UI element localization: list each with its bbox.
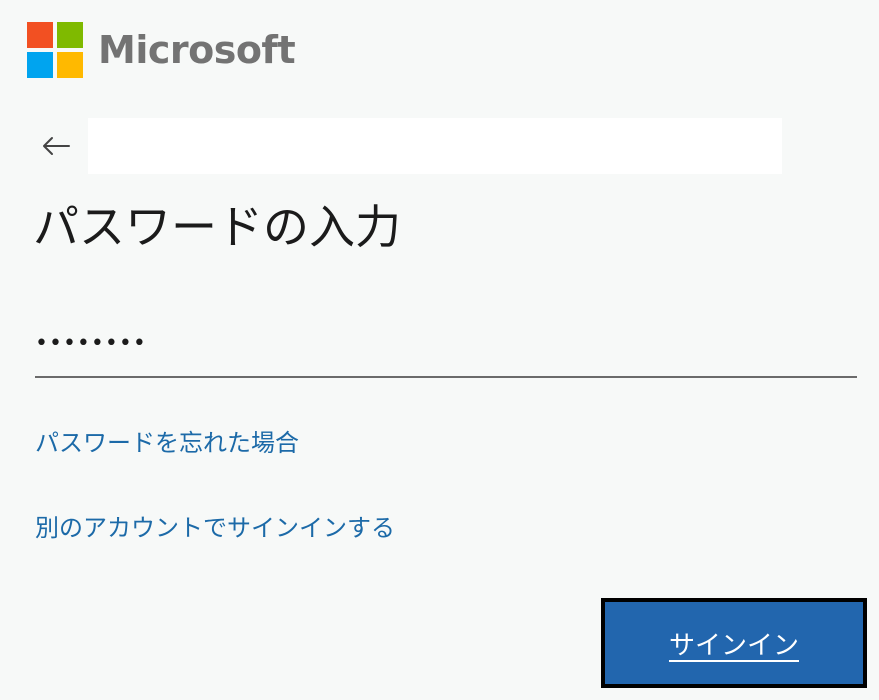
account-identity xyxy=(88,118,782,174)
microsoft-logo-squares xyxy=(27,22,83,78)
forgot-password-link[interactable]: パスワードを忘れた場合 xyxy=(35,423,299,458)
logo-square-green xyxy=(57,22,83,48)
back-button[interactable] xyxy=(36,126,76,166)
arrow-left-icon xyxy=(43,137,70,155)
logo-square-yellow xyxy=(57,52,83,78)
microsoft-logo-text: Microsoft xyxy=(98,28,296,72)
identity-row xyxy=(36,118,782,174)
sign-in-button[interactable]: サインイン xyxy=(601,598,867,688)
logo-square-red xyxy=(27,22,53,48)
password-field[interactable] xyxy=(35,310,857,376)
password-field-container xyxy=(35,310,857,378)
page-title: パスワードの入力 xyxy=(33,200,401,254)
other-account-link[interactable]: 別のアカウントでサインインする xyxy=(35,508,395,543)
microsoft-logo: Microsoft xyxy=(27,22,296,78)
logo-square-blue xyxy=(27,52,53,78)
